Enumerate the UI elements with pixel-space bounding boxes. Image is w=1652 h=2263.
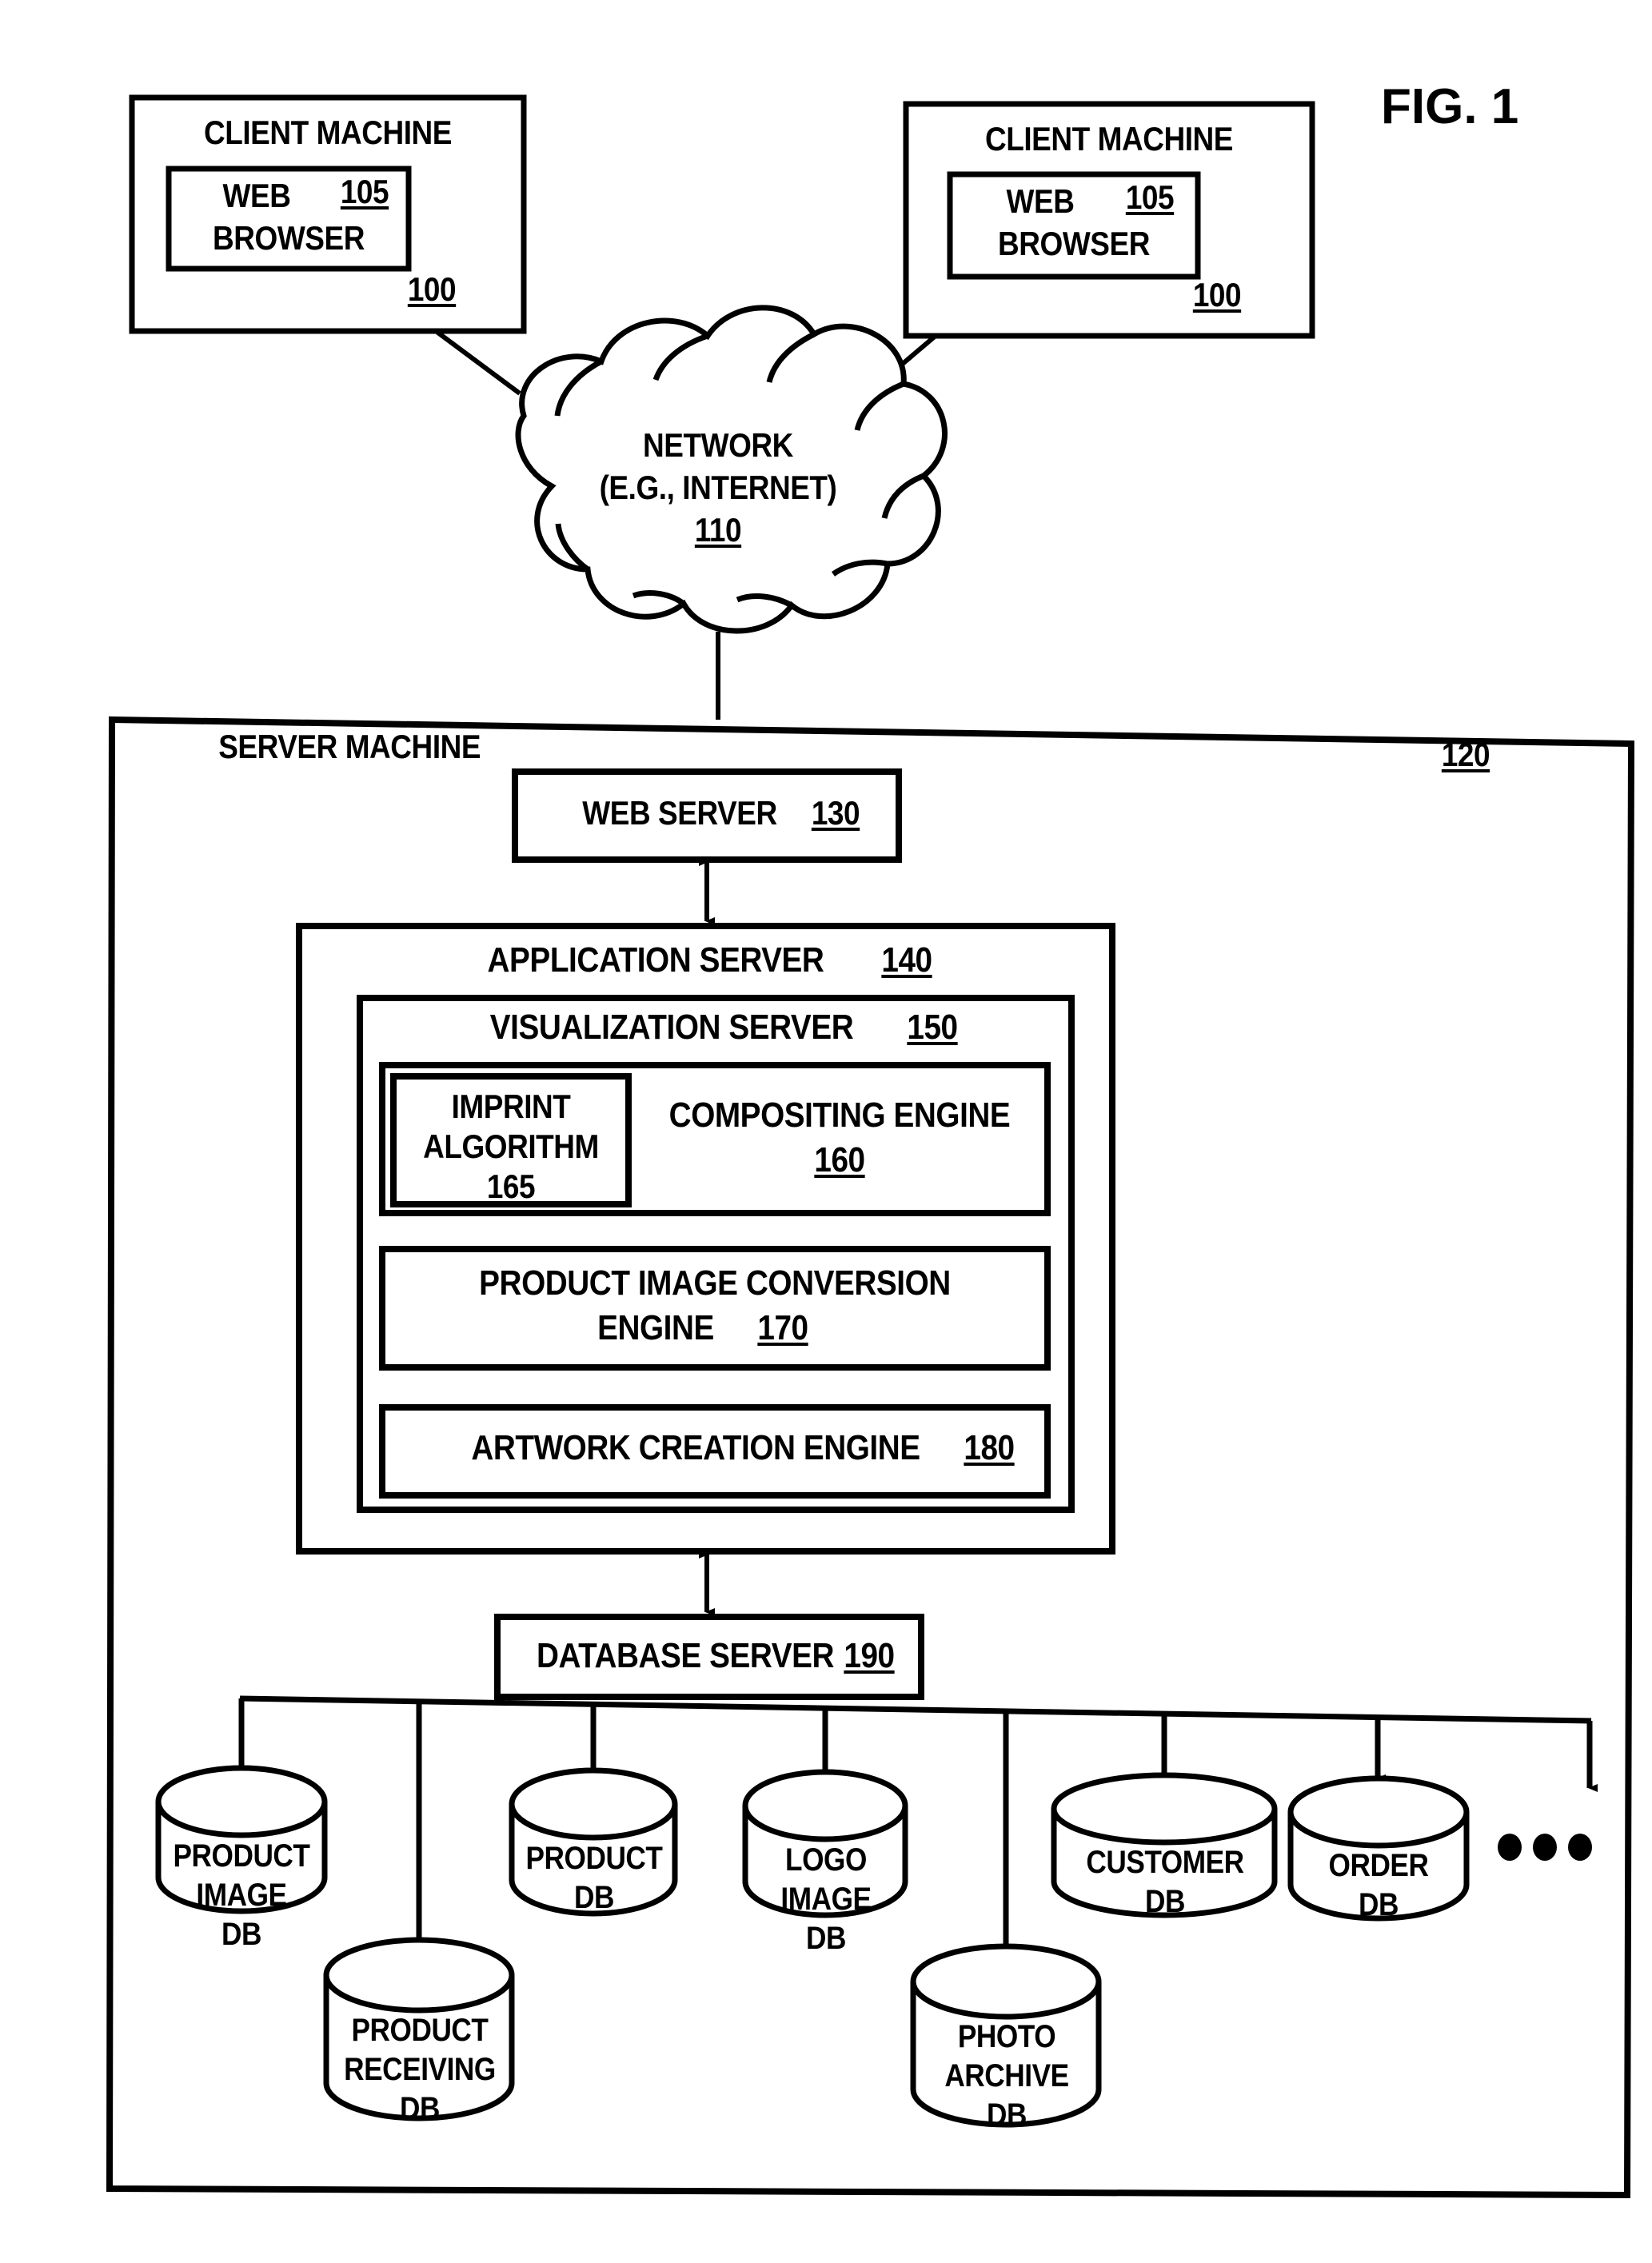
figure-title: FIG. 1 (1381, 79, 1519, 134)
db-label-logo-image-l3: DB (806, 1921, 846, 1956)
client-machine-title-right: CLIENT MACHINE (984, 120, 1234, 158)
artwork-creation-engine-ref: 180 (964, 1428, 1015, 1467)
db-label-customer-l2: DB (1145, 1884, 1185, 1919)
db-label-product-image-l1: PRODUCT (173, 1838, 310, 1874)
db-label-customer-l1: CUSTOMER (1086, 1845, 1244, 1880)
visualization-server-ref: 150 (907, 1008, 958, 1047)
web-browser-ref-left: 105 (340, 173, 389, 210)
network-label-line2: (E.G., INTERNET) (599, 469, 837, 506)
client-machine-ref-left: 100 (407, 270, 457, 308)
network-label-line1: NETWORK (643, 426, 793, 464)
web-server-label: WEB SERVER (582, 794, 777, 832)
database-server-label: DATABASE SERVER (536, 1636, 835, 1675)
product-image-conversion-line1: PRODUCT IMAGE CONVERSION (479, 1263, 951, 1303)
client-machine-ref-right: 100 (1192, 276, 1242, 313)
db-label-product-receiving-l1: PRODUCT (351, 2013, 489, 2048)
db-label-product-l2: DB (574, 1880, 614, 1915)
db-label-product-l1: PRODUCT (525, 1841, 663, 1876)
db-label-photo-archive-l1: PHOTO (957, 2019, 1056, 2054)
web-browser-line2-left: BROWSER (213, 219, 365, 257)
database-server-ref: 190 (844, 1636, 895, 1675)
product-image-conversion-line2: ENGINE (597, 1308, 714, 1347)
client-machine-title-left: CLIENT MACHINE (203, 114, 453, 151)
product-image-conversion-ref: 170 (757, 1308, 808, 1347)
application-server-label: APPLICATION SERVER (487, 940, 824, 980)
compositing-engine-label: COMPOSITING ENGINE (668, 1096, 1011, 1135)
server-machine-title: SERVER MACHINE (218, 728, 481, 765)
web-browser-line1-left: WEB (222, 177, 291, 214)
db-label-logo-image-l2: IMAGE (780, 1882, 872, 1917)
db-label-order-l2: DB (1359, 1887, 1399, 1922)
db-label-order-l1: ORDER (1328, 1848, 1429, 1883)
imprint-algorithm-line2: ALGORITHM (423, 1128, 599, 1165)
artwork-creation-engine-label: ARTWORK CREATION ENGINE (471, 1428, 920, 1467)
db-label-photo-archive-l2: ARCHIVE (944, 2058, 1069, 2093)
compositing-engine-ref: 160 (814, 1140, 865, 1179)
db-label-product-receiving-l2: RECEIVING (344, 2052, 496, 2087)
web-browser-line2-right: BROWSER (998, 225, 1150, 262)
server-machine-ref: 120 (1441, 736, 1490, 773)
imprint-algorithm-line1: IMPRINT (451, 1088, 571, 1125)
more-databases-ellipsis (1498, 1834, 1592, 1861)
application-server-ref: 140 (881, 940, 932, 980)
patent-figure-page: FIG. 1 CLIENT MACHINE WEB 105 BROWSER 10… (0, 0, 1652, 2263)
web-browser-line1-right: WEB (1006, 182, 1075, 220)
network-ref: 110 (694, 511, 742, 549)
visualization-server-label: VISUALIZATION SERVER (489, 1008, 854, 1047)
db-label-logo-image-l1: LOGO (785, 1842, 867, 1878)
web-browser-ref-right: 105 (1125, 178, 1175, 216)
imprint-algorithm-ref: 165 (486, 1167, 536, 1205)
db-label-product-image-l2: IMAGE (196, 1878, 287, 1913)
db-label-photo-archive-l3: DB (987, 2097, 1027, 2133)
link-left-client-to-network (434, 329, 521, 396)
web-server-ref: 130 (811, 794, 860, 832)
db-label-product-image-l3: DB (221, 1917, 261, 1952)
db-label-product-receiving-l3: DB (400, 2091, 440, 2126)
